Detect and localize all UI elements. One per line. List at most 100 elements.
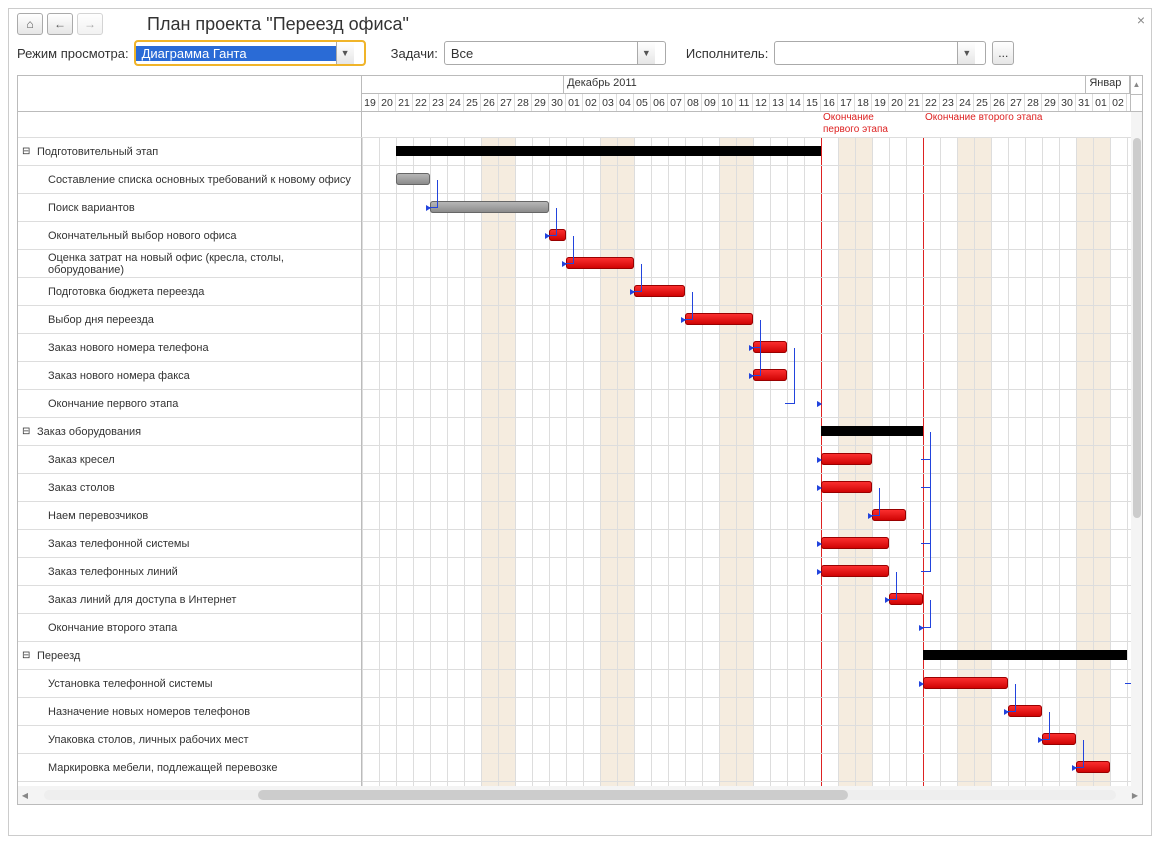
task-label: Поиск вариантов xyxy=(48,202,135,214)
task-row[interactable]: Заказ телефонной системы xyxy=(18,530,361,558)
task-label: Маркировка мебели, подлежащей перевозке xyxy=(48,762,277,774)
task-bar[interactable] xyxy=(821,453,872,465)
day-header-cell: 09 xyxy=(702,94,719,111)
group-row[interactable]: ⊟Подготовительный этап xyxy=(18,138,361,166)
task-row[interactable]: Заказ нового номера телефона xyxy=(18,334,361,362)
collapse-icon[interactable]: ⊟ xyxy=(22,650,34,661)
collapse-icon[interactable]: ⊟ xyxy=(22,146,34,157)
summary-bar[interactable] xyxy=(821,426,923,436)
summary-bar[interactable] xyxy=(396,146,821,156)
task-row[interactable]: Выбор дня переезда xyxy=(18,306,361,334)
dependency-link xyxy=(921,432,931,572)
task-row[interactable]: Заказ нового номера факса xyxy=(18,362,361,390)
gantt-row xyxy=(362,250,1142,278)
day-header-cell: 24 xyxy=(957,94,974,111)
day-header-cell: 16 xyxy=(821,94,838,111)
tasksfilter-select[interactable]: Все ▼ xyxy=(444,41,666,65)
dependency-arrow-icon xyxy=(426,205,434,211)
task-row[interactable]: Маркировка мебели, подлежащей перевозке xyxy=(18,754,361,782)
assignee-lookup-button[interactable]: ... xyxy=(992,41,1014,65)
task-row[interactable]: Заказ телефонных линий xyxy=(18,558,361,586)
assignee-select[interactable]: ▼ xyxy=(774,41,986,65)
task-row[interactable]: Составление списка основных требований к… xyxy=(18,166,361,194)
gantt-row xyxy=(362,278,1142,306)
viewmode-value: Диаграмма Ганта xyxy=(136,46,336,61)
day-header-cell: 17 xyxy=(838,94,855,111)
gantt-grid[interactable] xyxy=(362,138,1142,786)
task-bar[interactable] xyxy=(821,481,872,493)
gantt-row xyxy=(362,754,1142,782)
task-row[interactable]: Установка телефонной системы xyxy=(18,670,361,698)
viewmode-select[interactable]: Диаграмма Ганта ▼ xyxy=(135,41,365,65)
day-header-cell: 20 xyxy=(379,94,396,111)
chevron-down-icon[interactable]: ▼ xyxy=(336,42,354,64)
task-label: Составление списка основных требований к… xyxy=(48,174,351,186)
close-button[interactable]: × xyxy=(1137,12,1145,28)
chevron-down-icon[interactable]: ▼ xyxy=(637,42,655,64)
back-button[interactable]: ← xyxy=(47,13,73,35)
task-bar[interactable] xyxy=(685,313,753,325)
day-header-cell: 02 xyxy=(583,94,600,111)
dependency-arrow-icon xyxy=(817,485,825,491)
task-label: Подготовка бюджета переезда xyxy=(48,286,204,298)
gantt-chart: Декабрь 2011 Январ 192021222324252627282… xyxy=(17,75,1143,805)
task-row[interactable]: Заказ столов xyxy=(18,474,361,502)
milestone-label-2: Окончание второго этапа xyxy=(925,112,1065,124)
day-header-cell: 15 xyxy=(804,94,821,111)
group-row[interactable]: ⊟Переезд xyxy=(18,642,361,670)
task-bar[interactable] xyxy=(821,565,889,577)
scroll-right-icon[interactable]: ▶ xyxy=(1128,791,1142,800)
task-bar[interactable] xyxy=(396,173,430,185)
task-row[interactable]: Поиск вариантов xyxy=(18,194,361,222)
task-row[interactable]: Окончательный выбор нового офиса xyxy=(18,222,361,250)
task-label: Заказ кресел xyxy=(48,454,115,466)
task-row[interactable]: Назначение новых номеров телефонов xyxy=(18,698,361,726)
task-row[interactable]: Оценка затрат на новый офис (кресла, сто… xyxy=(18,250,361,278)
dependency-link xyxy=(921,600,931,628)
month-label-dec: Декабрь 2011 xyxy=(564,76,1086,93)
task-bar[interactable] xyxy=(821,537,889,549)
task-row[interactable]: Наем перевозчиков xyxy=(18,502,361,530)
day-header-cell: 22 xyxy=(413,94,430,111)
task-row[interactable]: Заказ кресел xyxy=(18,446,361,474)
gantt-row xyxy=(362,614,1142,642)
day-header-cell: 31 xyxy=(1076,94,1093,111)
dependency-link xyxy=(785,376,795,404)
home-button[interactable]: ⌂ xyxy=(17,13,43,35)
day-header-cell: 30 xyxy=(1059,94,1076,111)
day-header-cell: 21 xyxy=(396,94,413,111)
summary-bar[interactable] xyxy=(923,650,1127,660)
horizontal-scrollbar[interactable]: ◀ ▶ xyxy=(18,786,1142,804)
scroll-up-icon[interactable]: ▲ xyxy=(1131,76,1142,95)
gantt-row xyxy=(362,698,1142,726)
task-row[interactable]: Упаковка столов, личных рабочих мест xyxy=(18,726,361,754)
day-header-cell: 22 xyxy=(923,94,940,111)
dependency-link xyxy=(751,320,761,376)
forward-button[interactable]: → xyxy=(77,13,103,35)
task-label: Переезд xyxy=(37,650,80,662)
day-header-cell: 29 xyxy=(532,94,549,111)
gantt-row xyxy=(362,474,1142,502)
task-bar[interactable] xyxy=(923,677,1008,689)
task-bar[interactable] xyxy=(430,201,549,213)
day-header-cell: 23 xyxy=(940,94,957,111)
task-row[interactable]: Подготовка бюджета переезда xyxy=(18,278,361,306)
dependency-arrow-icon xyxy=(817,401,825,407)
collapse-icon[interactable]: ⊟ xyxy=(22,426,34,437)
task-bar[interactable] xyxy=(566,257,634,269)
chevron-down-icon[interactable]: ▼ xyxy=(957,42,975,64)
month-label-jan: Январ xyxy=(1086,76,1130,93)
scroll-left-icon[interactable]: ◀ xyxy=(18,791,32,800)
task-label: Заказ оборудования xyxy=(37,426,141,438)
task-row[interactable]: Заказ линий для доступа в Интернет xyxy=(18,586,361,614)
task-row[interactable]: Окончание второго этапа xyxy=(18,614,361,642)
day-header-cell: 01 xyxy=(566,94,583,111)
gantt-row xyxy=(362,726,1142,754)
group-row[interactable]: ⊟Заказ оборудования xyxy=(18,418,361,446)
dependency-arrow-icon xyxy=(1072,765,1080,771)
dependency-arrow-icon xyxy=(681,317,689,323)
vertical-scrollbar[interactable] xyxy=(1131,112,1143,786)
marker-spacer xyxy=(18,112,362,137)
task-row[interactable]: Окончание первого этапа xyxy=(18,390,361,418)
day-header-cell: 20 xyxy=(889,94,906,111)
